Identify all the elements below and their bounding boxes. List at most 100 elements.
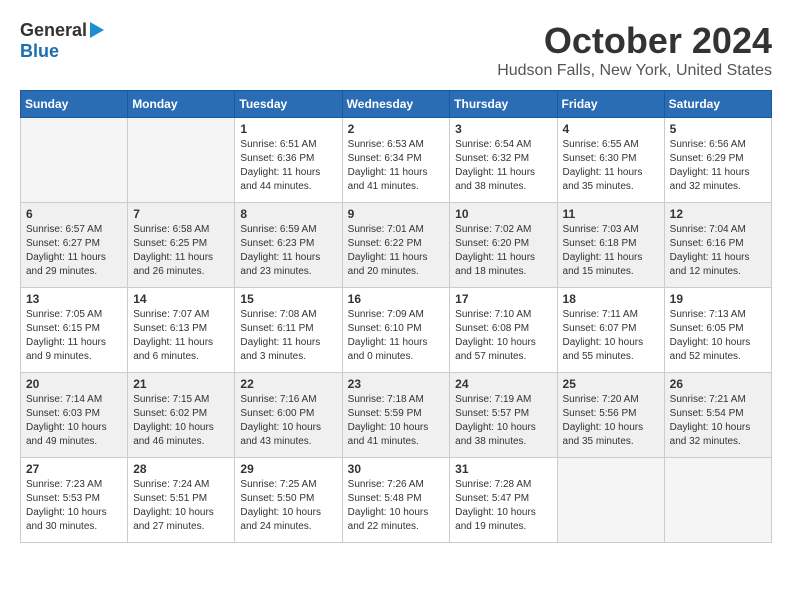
sunrise-text: Sunrise: 7:05 AM (26, 308, 122, 322)
sunrise-text: Sunrise: 7:24 AM (133, 478, 229, 492)
day-info: Sunrise: 6:55 AMSunset: 6:30 PMDaylight:… (563, 138, 659, 194)
day-number: 18 (563, 292, 659, 306)
sunset-text: Sunset: 6:05 PM (670, 322, 766, 336)
daylight-text: Daylight: 11 hours and 29 minutes. (26, 251, 122, 279)
calendar-week-row: 6Sunrise: 6:57 AMSunset: 6:27 PMDaylight… (21, 203, 772, 288)
day-info: Sunrise: 7:25 AMSunset: 5:50 PMDaylight:… (240, 478, 336, 534)
day-number: 3 (455, 122, 551, 136)
calendar-table: SundayMondayTuesdayWednesdayThursdayFrid… (20, 90, 772, 543)
calendar-header-thursday: Thursday (450, 91, 557, 118)
sunset-text: Sunset: 6:18 PM (563, 237, 659, 251)
day-info: Sunrise: 7:13 AMSunset: 6:05 PMDaylight:… (670, 308, 766, 364)
daylight-text: Daylight: 11 hours and 12 minutes. (670, 251, 766, 279)
calendar-week-row: 13Sunrise: 7:05 AMSunset: 6:15 PMDayligh… (21, 288, 772, 373)
calendar-header-friday: Friday (557, 91, 664, 118)
day-number: 16 (348, 292, 445, 306)
day-number: 1 (240, 122, 336, 136)
day-info: Sunrise: 6:59 AMSunset: 6:23 PMDaylight:… (240, 223, 336, 279)
daylight-text: Daylight: 11 hours and 3 minutes. (240, 336, 336, 364)
sunset-text: Sunset: 6:02 PM (133, 407, 229, 421)
calendar-cell: 26 Sunrise: 7:21 AMSunset: 5:54 PMDayligh… (664, 373, 771, 458)
sunrise-text: Sunrise: 7:16 AM (240, 393, 336, 407)
calendar-cell: 15Sunrise: 7:08 AMSunset: 6:11 PMDayligh… (235, 288, 342, 373)
day-number: 23 (348, 377, 445, 391)
day-info: Sunrise: 7:01 AMSunset: 6:22 PMDaylight:… (348, 223, 445, 279)
sunset-text: Sunset: 6:32 PM (455, 152, 551, 166)
day-number: 19 (670, 292, 766, 306)
calendar-cell: 4 Sunrise: 6:55 AMSunset: 6:30 PMDaylight… (557, 118, 664, 203)
daylight-text: Daylight: 11 hours and 6 minutes. (133, 336, 229, 364)
sunset-text: Sunset: 6:11 PM (240, 322, 336, 336)
calendar-cell (557, 458, 664, 543)
sunrise-text: Sunrise: 7:02 AM (455, 223, 551, 237)
sunrise-text: Sunrise: 6:57 AM (26, 223, 122, 237)
day-info: Sunrise: 6:57 AMSunset: 6:27 PMDaylight:… (26, 223, 122, 279)
daylight-text: Daylight: 10 hours and 32 minutes. (670, 421, 766, 449)
calendar-cell: 3Sunrise: 6:54 AMSunset: 6:32 PMDaylight… (450, 118, 557, 203)
sunrise-text: Sunrise: 7:03 AM (563, 223, 659, 237)
day-info: Sunrise: 7:15 AMSunset: 6:02 PMDaylight:… (133, 393, 229, 449)
sunset-text: Sunset: 6:00 PM (240, 407, 336, 421)
daylight-text: Daylight: 11 hours and 35 minutes. (563, 166, 659, 194)
sunrise-text: Sunrise: 7:19 AM (455, 393, 551, 407)
calendar-cell: 29Sunrise: 7:25 AMSunset: 5:50 PMDayligh… (235, 458, 342, 543)
day-number: 7 (133, 207, 229, 221)
sunrise-text: Sunrise: 7:11 AM (563, 308, 659, 322)
sunset-text: Sunset: 6:10 PM (348, 322, 445, 336)
day-info: Sunrise: 7:09 AMSunset: 6:10 PMDaylight:… (348, 308, 445, 364)
daylight-text: Daylight: 11 hours and 26 minutes. (133, 251, 229, 279)
day-info: Sunrise: 7:24 AMSunset: 5:51 PMDaylight:… (133, 478, 229, 534)
daylight-text: Daylight: 10 hours and 49 minutes. (26, 421, 122, 449)
sunset-text: Sunset: 6:22 PM (348, 237, 445, 251)
logo-general-text: General (20, 20, 87, 41)
calendar-cell: 25 Sunrise: 7:20 AMSunset: 5:56 PMDayligh… (557, 373, 664, 458)
day-info: Sunrise: 7:26 AMSunset: 5:48 PMDaylight:… (348, 478, 445, 534)
calendar-cell: 20Sunrise: 7:14 AMSunset: 6:03 PMDayligh… (21, 373, 128, 458)
daylight-text: Daylight: 11 hours and 15 minutes. (563, 251, 659, 279)
day-number: 4 (563, 122, 659, 136)
day-info: Sunrise: 7:02 AMSunset: 6:20 PMDaylight:… (455, 223, 551, 279)
day-number: 24 (455, 377, 551, 391)
sunset-text: Sunset: 6:27 PM (26, 237, 122, 251)
calendar-cell: 10Sunrise: 7:02 AMSunset: 6:20 PMDayligh… (450, 203, 557, 288)
logo-blue-text: Blue (20, 41, 59, 62)
calendar-week-row: 1 Sunrise: 6:51 AMSunset: 6:36 PMDaylight… (21, 118, 772, 203)
calendar-week-row: 27Sunrise: 7:23 AMSunset: 5:53 PMDayligh… (21, 458, 772, 543)
daylight-text: Daylight: 11 hours and 0 minutes. (348, 336, 445, 364)
sunrise-text: Sunrise: 6:56 AM (670, 138, 766, 152)
day-number: 8 (240, 207, 336, 221)
sunset-text: Sunset: 6:29 PM (670, 152, 766, 166)
title-section: October 2024 Hudson Falls, New York, Uni… (497, 20, 772, 80)
sunrise-text: Sunrise: 7:21 AM (670, 393, 766, 407)
day-number: 26 (670, 377, 766, 391)
sunrise-text: Sunrise: 7:07 AM (133, 308, 229, 322)
day-info: Sunrise: 7:21 AMSunset: 5:54 PMDaylight:… (670, 393, 766, 449)
day-number: 27 (26, 462, 122, 476)
day-number: 15 (240, 292, 336, 306)
sunrise-text: Sunrise: 7:20 AM (563, 393, 659, 407)
day-number: 13 (26, 292, 122, 306)
daylight-text: Daylight: 10 hours and 52 minutes. (670, 336, 766, 364)
sunset-text: Sunset: 5:53 PM (26, 492, 122, 506)
day-info: Sunrise: 7:20 AMSunset: 5:56 PMDaylight:… (563, 393, 659, 449)
sunset-text: Sunset: 6:30 PM (563, 152, 659, 166)
calendar-header-wednesday: Wednesday (342, 91, 450, 118)
sunset-text: Sunset: 5:48 PM (348, 492, 445, 506)
calendar-cell: 31Sunrise: 7:28 AMSunset: 5:47 PMDayligh… (450, 458, 557, 543)
sunrise-text: Sunrise: 6:54 AM (455, 138, 551, 152)
daylight-text: Daylight: 11 hours and 9 minutes. (26, 336, 122, 364)
day-info: Sunrise: 6:51 AMSunset: 6:36 PMDaylight:… (240, 138, 336, 194)
calendar-cell: 5Sunrise: 6:56 AMSunset: 6:29 PMDaylight… (664, 118, 771, 203)
calendar-cell: 16 Sunrise: 7:09 AMSunset: 6:10 PMDayligh… (342, 288, 450, 373)
calendar-cell: 22Sunrise: 7:16 AMSunset: 6:00 PMDayligh… (235, 373, 342, 458)
daylight-text: Daylight: 10 hours and 43 minutes. (240, 421, 336, 449)
sunrise-text: Sunrise: 6:51 AM (240, 138, 336, 152)
daylight-text: Daylight: 10 hours and 41 minutes. (348, 421, 445, 449)
day-number: 12 (670, 207, 766, 221)
day-number: 25 (563, 377, 659, 391)
sunrise-text: Sunrise: 6:55 AM (563, 138, 659, 152)
day-info: Sunrise: 6:53 AMSunset: 6:34 PMDaylight:… (348, 138, 445, 194)
calendar-cell: 17Sunrise: 7:10 AMSunset: 6:08 PMDayligh… (450, 288, 557, 373)
day-number: 28 (133, 462, 229, 476)
sunrise-text: Sunrise: 7:10 AM (455, 308, 551, 322)
